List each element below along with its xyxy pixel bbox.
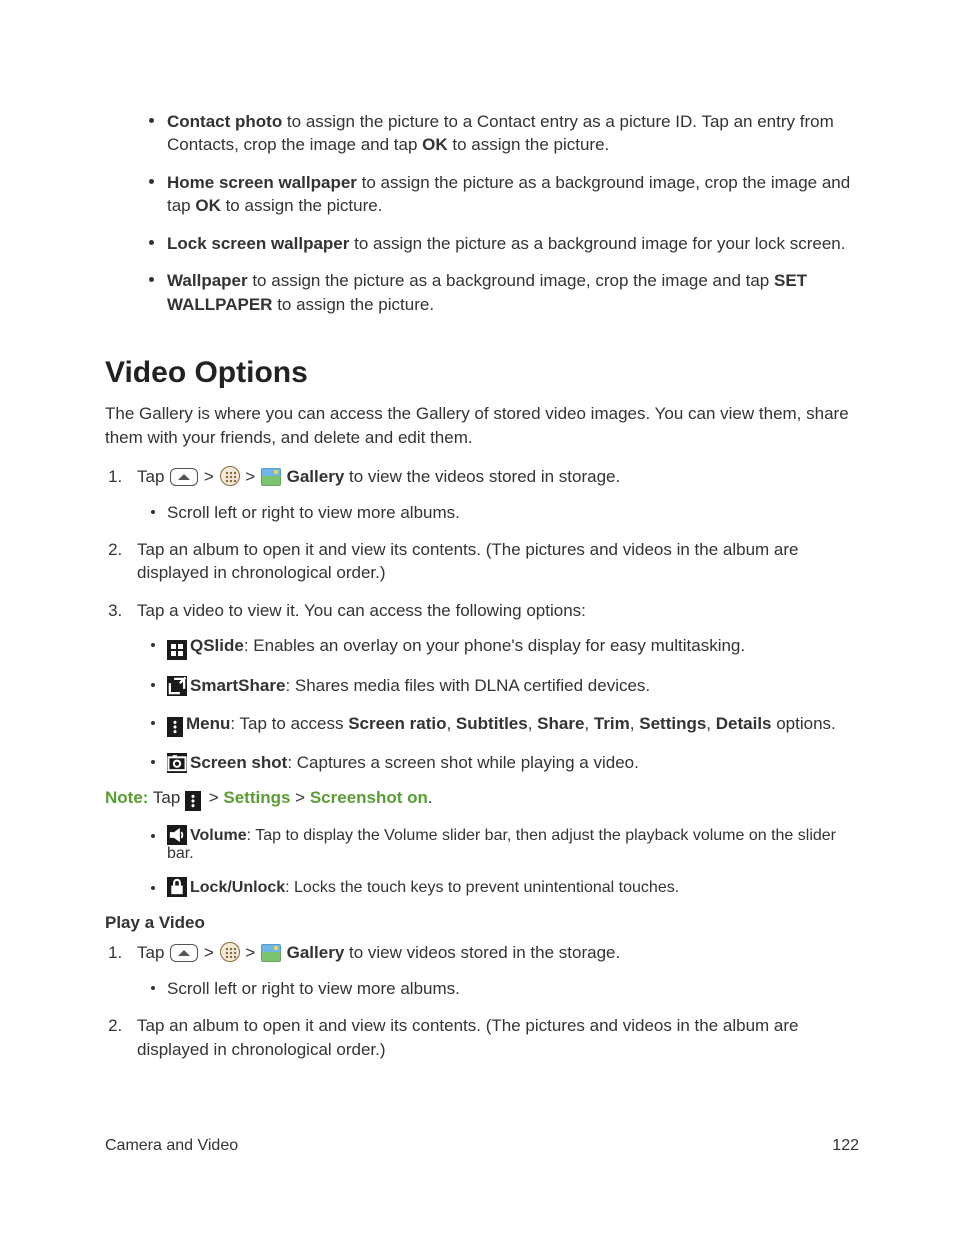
screenshot-icon <box>167 753 187 773</box>
home-icon <box>170 944 198 962</box>
screenshot-note: Note: Tap > Settings > Screenshot on. <box>105 788 859 811</box>
option-wallpaper: Wallpaper to assign the picture as a bac… <box>167 269 859 316</box>
footer-page-number: 122 <box>832 1137 859 1155</box>
qslide-icon <box>167 640 187 660</box>
home-icon <box>170 468 198 486</box>
play-step-1: Tap > > Gallery to view videos stored in… <box>127 941 859 1000</box>
step-2: Tap an album to open it and view its con… <box>127 538 859 585</box>
step-3: Tap a video to view it. You can access t… <box>127 599 859 774</box>
option-volume: Volume: Tap to display the Volume slider… <box>167 825 859 863</box>
set-picture-as-options: Contact photo to assign the picture to a… <box>105 110 859 316</box>
smartshare-icon <box>167 676 187 696</box>
apps-icon <box>220 942 240 962</box>
step-1-sub: Scroll left or right to view more albums… <box>167 501 859 524</box>
menu-icon <box>167 717 183 737</box>
gallery-icon <box>261 468 281 486</box>
option-contact-photo: Contact photo to assign the picture to a… <box>167 110 859 157</box>
option-qslide: QSlide: Enables an overlay on your phone… <box>167 634 859 660</box>
step-1: Tap > > Gallery to view the videos store… <box>127 465 859 524</box>
lock-icon <box>167 877 187 897</box>
footer-section: Camera and Video <box>105 1137 238 1155</box>
video-options-intro: The Gallery is where you can access the … <box>105 402 859 449</box>
play-step-1-sub: Scroll left or right to view more albums… <box>167 977 859 1000</box>
gallery-icon <box>261 944 281 962</box>
page-footer: Camera and Video 122 <box>105 1137 859 1155</box>
video-player-options: QSlide: Enables an overlay on your phone… <box>137 634 859 774</box>
menu-icon <box>185 791 201 811</box>
video-player-options-cont: Volume: Tap to display the Volume slider… <box>105 825 859 897</box>
option-lock-wallpaper: Lock screen wallpaper to assign the pict… <box>167 232 859 255</box>
play-video-steps: Tap > > Gallery to view videos stored in… <box>105 941 859 1061</box>
apps-icon <box>220 466 240 486</box>
section-heading-video-options: Video Options <box>105 356 859 390</box>
video-options-steps: Tap > > Gallery to view the videos store… <box>105 465 859 774</box>
option-screenshot: Screen shot: Captures a screen shot whil… <box>167 751 859 774</box>
option-home-wallpaper: Home screen wallpaper to assign the pict… <box>167 171 859 218</box>
play-step-2: Tap an album to open it and view its con… <box>127 1014 859 1061</box>
volume-icon <box>167 825 187 845</box>
option-smartshare: SmartShare: Shares media files with DLNA… <box>167 674 859 697</box>
option-lock: Lock/Unlock: Locks the touch keys to pre… <box>167 877 859 897</box>
play-a-video-heading: Play a Video <box>105 913 859 933</box>
option-menu: Menu: Tap to access Screen ratio, Subtit… <box>167 712 859 737</box>
